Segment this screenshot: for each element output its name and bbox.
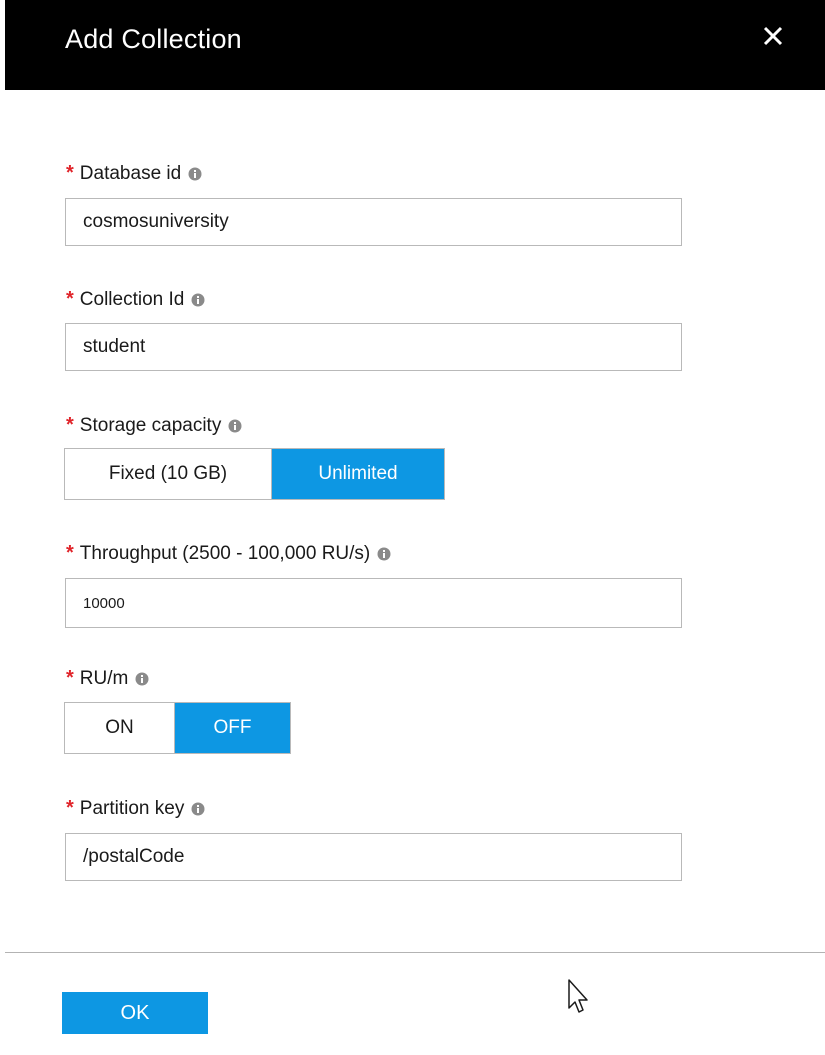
database-id-label: * Database id [66,162,202,185]
partition-key-input[interactable] [65,833,682,881]
close-button[interactable] [759,22,787,50]
throughput-input[interactable] [65,578,682,628]
collection-id-label-text: Collection Id [79,288,185,310]
footer-divider [5,952,825,953]
required-marker: * [66,667,74,689]
collection-id-label: * Collection Id [66,288,205,311]
info-icon[interactable] [228,419,242,433]
required-marker: * [66,162,74,184]
info-icon[interactable] [135,672,149,686]
info-icon[interactable] [191,293,205,307]
throughput-label-text: Throughput (2500 - 100,000 RU/s) [79,542,371,564]
storage-capacity-label-text: Storage capacity [79,414,222,436]
storage-unlimited-option[interactable]: Unlimited [272,449,444,499]
ru-per-minute-label: * RU/m [66,667,149,690]
ru-per-minute-label-text: RU/m [79,667,129,689]
ok-button[interactable]: OK [62,992,208,1034]
info-icon[interactable] [377,547,391,561]
storage-capacity-label: * Storage capacity [66,414,242,437]
partition-key-label-text: Partition key [79,797,185,819]
database-id-input[interactable] [65,198,682,246]
throughput-label: * Throughput (2500 - 100,000 RU/s) [66,542,391,565]
add-collection-dialog: Add Collection * Database id * Collectio… [0,0,825,1055]
dialog-header: Add Collection [5,0,825,90]
required-marker: * [66,797,74,819]
ru-on-option[interactable]: ON [65,703,175,753]
collection-id-input[interactable] [65,323,682,371]
storage-capacity-toggle: Fixed (10 GB) Unlimited [64,448,445,500]
partition-key-label: * Partition key [66,797,205,820]
ru-off-option[interactable]: OFF [175,703,290,753]
info-icon[interactable] [188,167,202,181]
storage-fixed-option[interactable]: Fixed (10 GB) [65,449,272,499]
required-marker: * [66,542,74,564]
required-marker: * [66,288,74,310]
close-icon [763,26,783,46]
dialog-title: Add Collection [65,24,242,54]
database-id-label-text: Database id [79,162,182,184]
info-icon[interactable] [191,802,205,816]
ru-per-minute-toggle: ON OFF [64,702,291,754]
mouse-pointer-icon [568,979,588,1013]
required-marker: * [66,414,74,436]
